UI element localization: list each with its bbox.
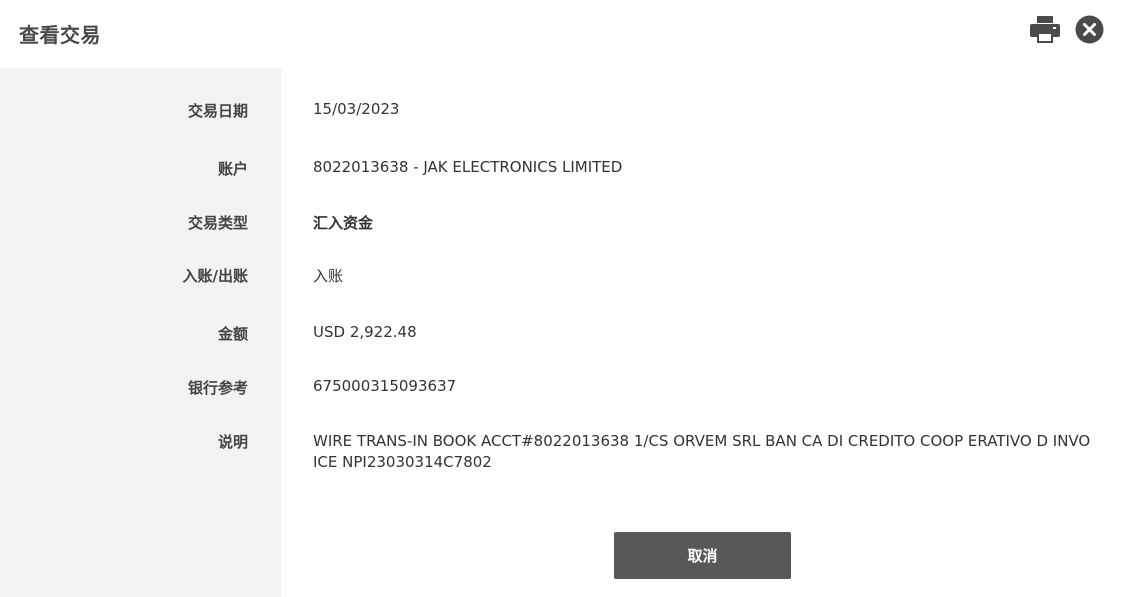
transaction-type-value: 汇入资金 — [313, 214, 374, 232]
debit-credit-label: 入账/出账 — [182, 267, 248, 285]
close-circle-icon — [1075, 15, 1104, 44]
description-value: WIRE TRANS-IN BOOK ACCT#8022013638 1/CS … — [313, 432, 1091, 471]
printer-icon — [1030, 16, 1060, 43]
description-label: 说明 — [217, 433, 248, 451]
account-value: 8022013638 - JAK ELECTRONICS LIMITED — [313, 158, 623, 176]
transaction-date-value: 15/03/2023 — [313, 100, 400, 118]
amount-label: 金额 — [217, 325, 248, 343]
view-transaction-dialog: 查看交易 交易日期 15/03/2023 账户 8022013638 - JAK… — [0, 0, 1126, 597]
dialog-header: 查看交易 — [0, 0, 1126, 68]
cancel-button[interactable]: 取消 — [614, 532, 791, 579]
debit-credit-value: 入账 — [313, 267, 344, 285]
bank-reference-value: 675000315093637 — [313, 377, 457, 395]
print-button[interactable] — [1029, 14, 1061, 44]
close-button[interactable] — [1075, 15, 1104, 44]
bank-reference-label: 银行参考 — [187, 379, 248, 397]
amount-value: USD 2,922.48 — [313, 323, 417, 341]
transaction-type-label: 交易类型 — [187, 214, 248, 232]
transaction-date-label: 交易日期 — [187, 102, 248, 120]
dialog-title: 查看交易 — [19, 23, 101, 47]
account-label: 账户 — [217, 160, 248, 178]
